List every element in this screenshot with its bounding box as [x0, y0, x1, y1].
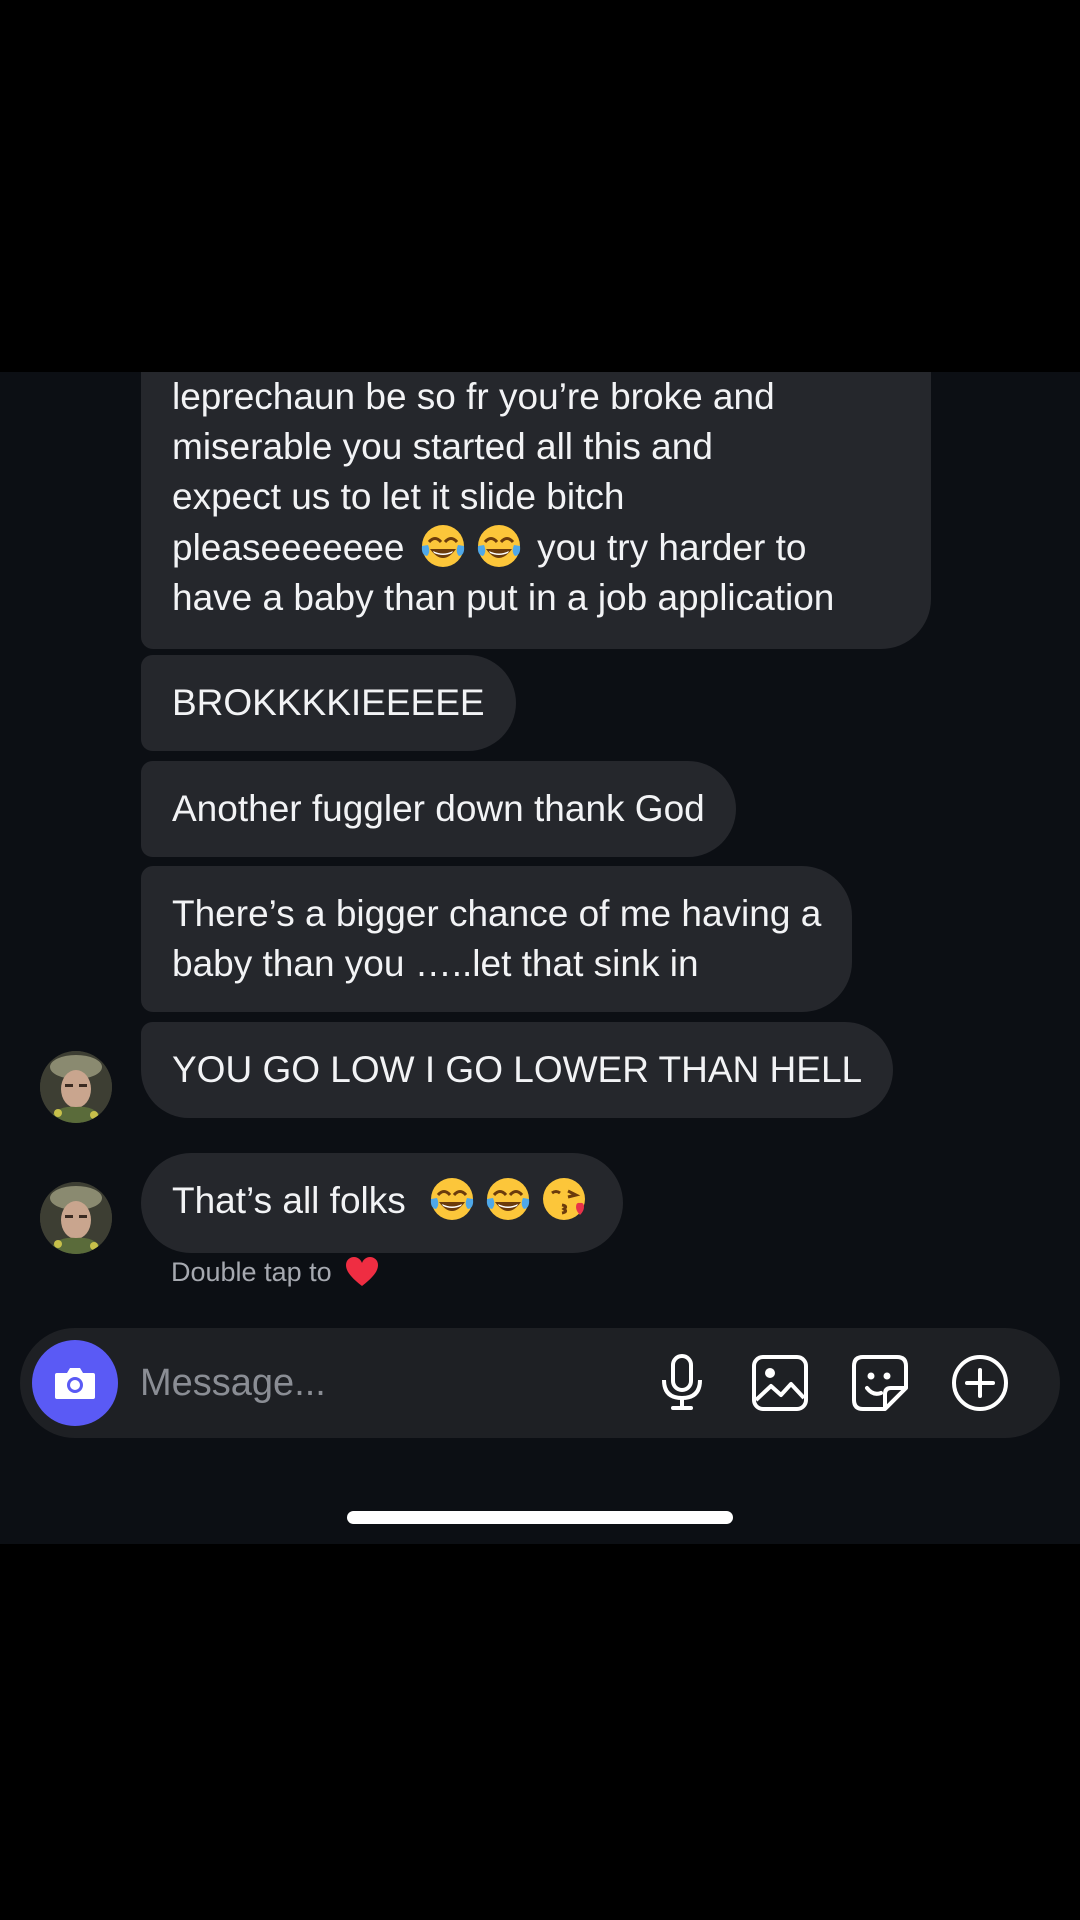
plus-icon	[952, 1355, 1008, 1411]
camera-icon	[55, 1368, 95, 1399]
message-line-with-emoji: pleaseeeeeee you try harder to	[172, 522, 900, 573]
add-button[interactable]	[950, 1353, 1010, 1413]
message-text: pleaseeeeeee	[172, 527, 405, 568]
avatar[interactable]	[40, 1051, 112, 1123]
camera-button[interactable]	[32, 1340, 118, 1426]
message-text: That’s all folks	[172, 1180, 406, 1221]
microphone-icon	[662, 1354, 702, 1410]
home-indicator[interactable]	[347, 1511, 733, 1524]
user-photo-icon	[40, 1051, 112, 1123]
message-bubble[interactable]: BROKKKKIEEEEE	[141, 655, 516, 751]
message-line: leprechaun be so fr you’re broke and	[172, 376, 775, 417]
kissing-face-emoji	[543, 1178, 586, 1220]
message-line: miserable you started all this and	[172, 426, 713, 467]
user-photo-icon	[40, 1182, 112, 1254]
message-line: There’s a bigger chance of me having a	[172, 893, 822, 934]
message-bubble[interactable]: There’s a bigger chance of me having a b…	[141, 866, 853, 1012]
message-input[interactable]	[140, 1356, 620, 1410]
gallery-icon	[752, 1355, 808, 1411]
gallery-button[interactable]	[750, 1353, 810, 1413]
message-text: you try harder to	[537, 527, 807, 568]
chat-screen: leprechaun be so fr you’re broke and mis…	[0, 372, 1080, 1544]
message-bubble[interactable]: leprechaun be so fr you’re broke and mis…	[141, 372, 931, 649]
message-bubble[interactable]: That’s all folks	[141, 1153, 624, 1253]
sticker-button[interactable]	[850, 1353, 910, 1413]
tears-of-joy-emoji	[430, 1178, 474, 1220]
message-text: Another fuggler down thank God	[172, 788, 705, 829]
hint-text: Double tap to	[171, 1257, 332, 1287]
message-composer	[20, 1328, 1060, 1438]
message-text: BROKKKKIEEEEE	[172, 682, 485, 723]
red-heart-icon	[346, 1257, 379, 1286]
message-bubble[interactable]: Another fuggler down thank God	[141, 761, 736, 857]
double-tap-hint: Double tap to	[171, 1254, 379, 1290]
tears-of-joy-emoji	[486, 1178, 530, 1220]
message-text: YOU GO LOW I GO LOWER THAN HELL	[172, 1049, 863, 1090]
message-line: have a baby than put in a job applicatio…	[172, 577, 835, 618]
message-bubble[interactable]: YOU GO LOW I GO LOWER THAN HELL	[141, 1022, 894, 1118]
tears-of-joy-emoji	[421, 525, 464, 567]
avatar[interactable]	[40, 1182, 112, 1254]
message-line: expect us to let it slide bitch	[172, 476, 625, 517]
sticker-icon	[852, 1355, 908, 1411]
microphone-button[interactable]	[652, 1353, 712, 1413]
tears-of-joy-emoji	[477, 525, 520, 567]
message-line: baby than you …..let that sink in	[172, 943, 699, 984]
